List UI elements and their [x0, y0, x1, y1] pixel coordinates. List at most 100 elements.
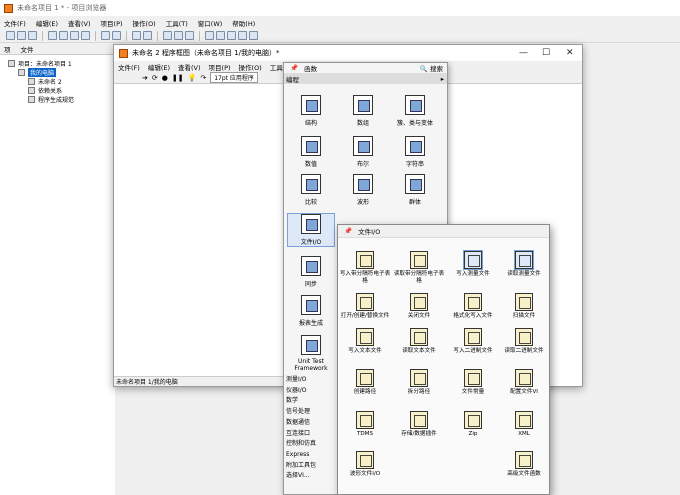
file-io-item-read-measurement-file[interactable]: 读取测量文件: [498, 250, 550, 278]
tree-build-specs[interactable]: 程序生成规范: [8, 95, 115, 104]
file-io-item-scan-from-file[interactable]: 扫描文件: [498, 293, 550, 320]
file-io-item-zip[interactable]: Zip: [447, 411, 499, 438]
close-icon[interactable]: ✕: [566, 48, 574, 58]
file-io-item-write-binary-file[interactable]: 写入二进制文件: [447, 328, 499, 355]
category-signal-processing[interactable]: 信号处理: [286, 407, 316, 418]
category-express[interactable]: Express: [286, 450, 316, 461]
file-io-item-xml[interactable]: XML: [498, 411, 550, 438]
folder-icon[interactable]: [163, 31, 172, 40]
file-io-item-format-into-file[interactable]: 格式化写入文件: [447, 293, 499, 320]
palette-arrays[interactable]: 数组: [339, 95, 387, 127]
file-io-item-open-create-replace-file[interactable]: 打开/创建/替换文件: [339, 293, 391, 320]
build-all-icon[interactable]: [112, 31, 121, 40]
search-icon[interactable]: [249, 31, 258, 40]
font-selector[interactable]: 17pt 应用程序: [210, 72, 258, 83]
file-io-item-tdms[interactable]: TDMS: [339, 411, 391, 438]
menu-edit[interactable]: 编辑(E): [36, 18, 58, 28]
redo-icon[interactable]: [238, 31, 247, 40]
category-data-communication[interactable]: 数据通信: [286, 418, 316, 429]
palette-unit-test[interactable]: Unit Test Framework: [287, 335, 335, 372]
menu-operate[interactable]: 操作(O): [133, 18, 156, 28]
category-instrument-io[interactable]: 仪器I/O: [286, 386, 316, 397]
file-io-item-config-file-vis[interactable]: 配置文件VI: [498, 369, 550, 396]
pin-icon[interactable]: 📌: [344, 227, 352, 235]
delete-icon[interactable]: [81, 31, 90, 40]
tree-computer[interactable]: 我的电脑: [8, 68, 115, 77]
diagram-menu-file[interactable]: 文件(F): [118, 62, 140, 72]
paste-icon[interactable]: [70, 31, 79, 40]
palette-numeric[interactable]: 数值: [287, 136, 335, 168]
diagram-menu-view[interactable]: 查看(V): [178, 62, 201, 72]
file-io-item-advanced-file-functions[interactable]: 高级文件函数: [498, 451, 550, 478]
palette-structures[interactable]: 结构: [287, 95, 335, 127]
file-io-item-waveform-file-io[interactable]: 波形文件I/O: [339, 451, 391, 478]
file-io-item-write-delimited-spreadsheet[interactable]: 写入带分隔符电子表格: [339, 251, 391, 285]
settings-icon[interactable]: [216, 31, 225, 40]
tab-items[interactable]: 项: [4, 44, 11, 54]
cut-icon[interactable]: [48, 31, 57, 40]
tree-root[interactable]: 项目：未命名项目 1: [8, 59, 115, 68]
expand-arrow-icon: ▸: [440, 75, 444, 83]
palette-report-generation[interactable]: 报表生成: [287, 295, 335, 327]
palette-comparison[interactable]: 比较: [287, 174, 335, 206]
palette-cluster[interactable]: 簇、类与变体: [391, 95, 439, 127]
add-icon[interactable]: [132, 31, 141, 40]
file-io-item-strip-path[interactable]: 拆分路径: [393, 369, 445, 396]
run-continuous-icon[interactable]: ⟳: [152, 74, 158, 82]
palette-synchronization[interactable]: 同步: [287, 256, 335, 288]
category-measurement-io[interactable]: 测量I/O: [286, 375, 316, 386]
menu-tools[interactable]: 工具(T): [166, 18, 188, 28]
menu-window[interactable]: 窗口(W): [198, 18, 223, 28]
palette-file-io[interactable]: 文件I/O: [287, 213, 335, 247]
tree-vi[interactable]: 未命名 2: [8, 77, 115, 86]
file-io-item-build-path[interactable]: 创建路径: [339, 369, 391, 396]
file-io-item-read-delimited-spreadsheet[interactable]: 读取带分隔符电子表格: [393, 251, 445, 285]
diagram-menu-edit[interactable]: 编辑(E): [148, 62, 170, 72]
help-icon[interactable]: [205, 31, 214, 40]
category-addons[interactable]: 附加工具包: [286, 461, 316, 472]
file-io-item-file-constants[interactable]: 文件常量: [447, 369, 499, 396]
remove-icon[interactable]: [143, 31, 152, 40]
folder-add-icon[interactable]: [174, 31, 183, 40]
new-icon[interactable]: [6, 31, 15, 40]
category-control-simulation[interactable]: 控制和仿真: [286, 439, 316, 450]
build-icon[interactable]: [101, 31, 110, 40]
category-connectivity[interactable]: 互连接口: [286, 429, 316, 440]
copy-icon[interactable]: [59, 31, 68, 40]
tree-dependencies[interactable]: 依赖关系: [8, 86, 115, 95]
menu-view[interactable]: 查看(V): [68, 18, 91, 28]
palette-waveform[interactable]: 波形: [339, 174, 387, 206]
unit-test-icon: [301, 335, 321, 355]
file-io-item-storage-datapluginn[interactable]: 存储/数据插件: [393, 411, 445, 438]
file-io-item-read-binary-file[interactable]: 读取二进制文件: [498, 328, 550, 355]
palette-search-button[interactable]: 🔍 搜索: [420, 63, 447, 73]
minimize-icon[interactable]: —: [519, 48, 528, 58]
category-math[interactable]: 数学: [286, 396, 316, 407]
save-all-icon[interactable]: [28, 31, 37, 40]
menu-project[interactable]: 项目(P): [101, 18, 123, 28]
menu-file[interactable]: 文件(F): [4, 18, 26, 28]
open-icon[interactable]: [17, 31, 26, 40]
menu-help[interactable]: 帮助(H): [232, 18, 255, 28]
palette-boolean[interactable]: 布尔: [339, 136, 387, 168]
diagram-menu-operate[interactable]: 操作(O): [239, 62, 262, 72]
file-io-item-write-text-file[interactable]: 写入文本文件: [339, 328, 391, 355]
highlight-icon[interactable]: 💡: [188, 74, 197, 82]
file-io-item-write-measurement-file[interactable]: 写入测量文件: [447, 250, 499, 278]
category-programming[interactable]: 编程 ▸: [284, 74, 447, 84]
tab-files[interactable]: 文件: [21, 44, 34, 54]
category-select-vi[interactable]: 选择VI...: [286, 471, 316, 482]
folder-open-icon[interactable]: [185, 31, 194, 40]
abort-icon[interactable]: ●: [162, 74, 168, 82]
pin-icon[interactable]: 📌: [290, 64, 298, 72]
file-io-item-read-text-file[interactable]: 读取文本文件: [393, 328, 445, 355]
palette-collections[interactable]: 群体: [391, 174, 439, 206]
run-arrow-icon[interactable]: ➔: [142, 74, 148, 82]
diagram-menu-project[interactable]: 项目(P): [209, 62, 231, 72]
palette-string[interactable]: 字符串: [391, 136, 439, 168]
maximize-icon[interactable]: ☐: [542, 48, 550, 58]
step-icon[interactable]: ↷: [200, 74, 206, 82]
undo-icon[interactable]: [227, 31, 236, 40]
file-io-item-close-file[interactable]: 关闭文件: [393, 293, 445, 320]
pause-icon[interactable]: ❚❚: [172, 74, 184, 82]
